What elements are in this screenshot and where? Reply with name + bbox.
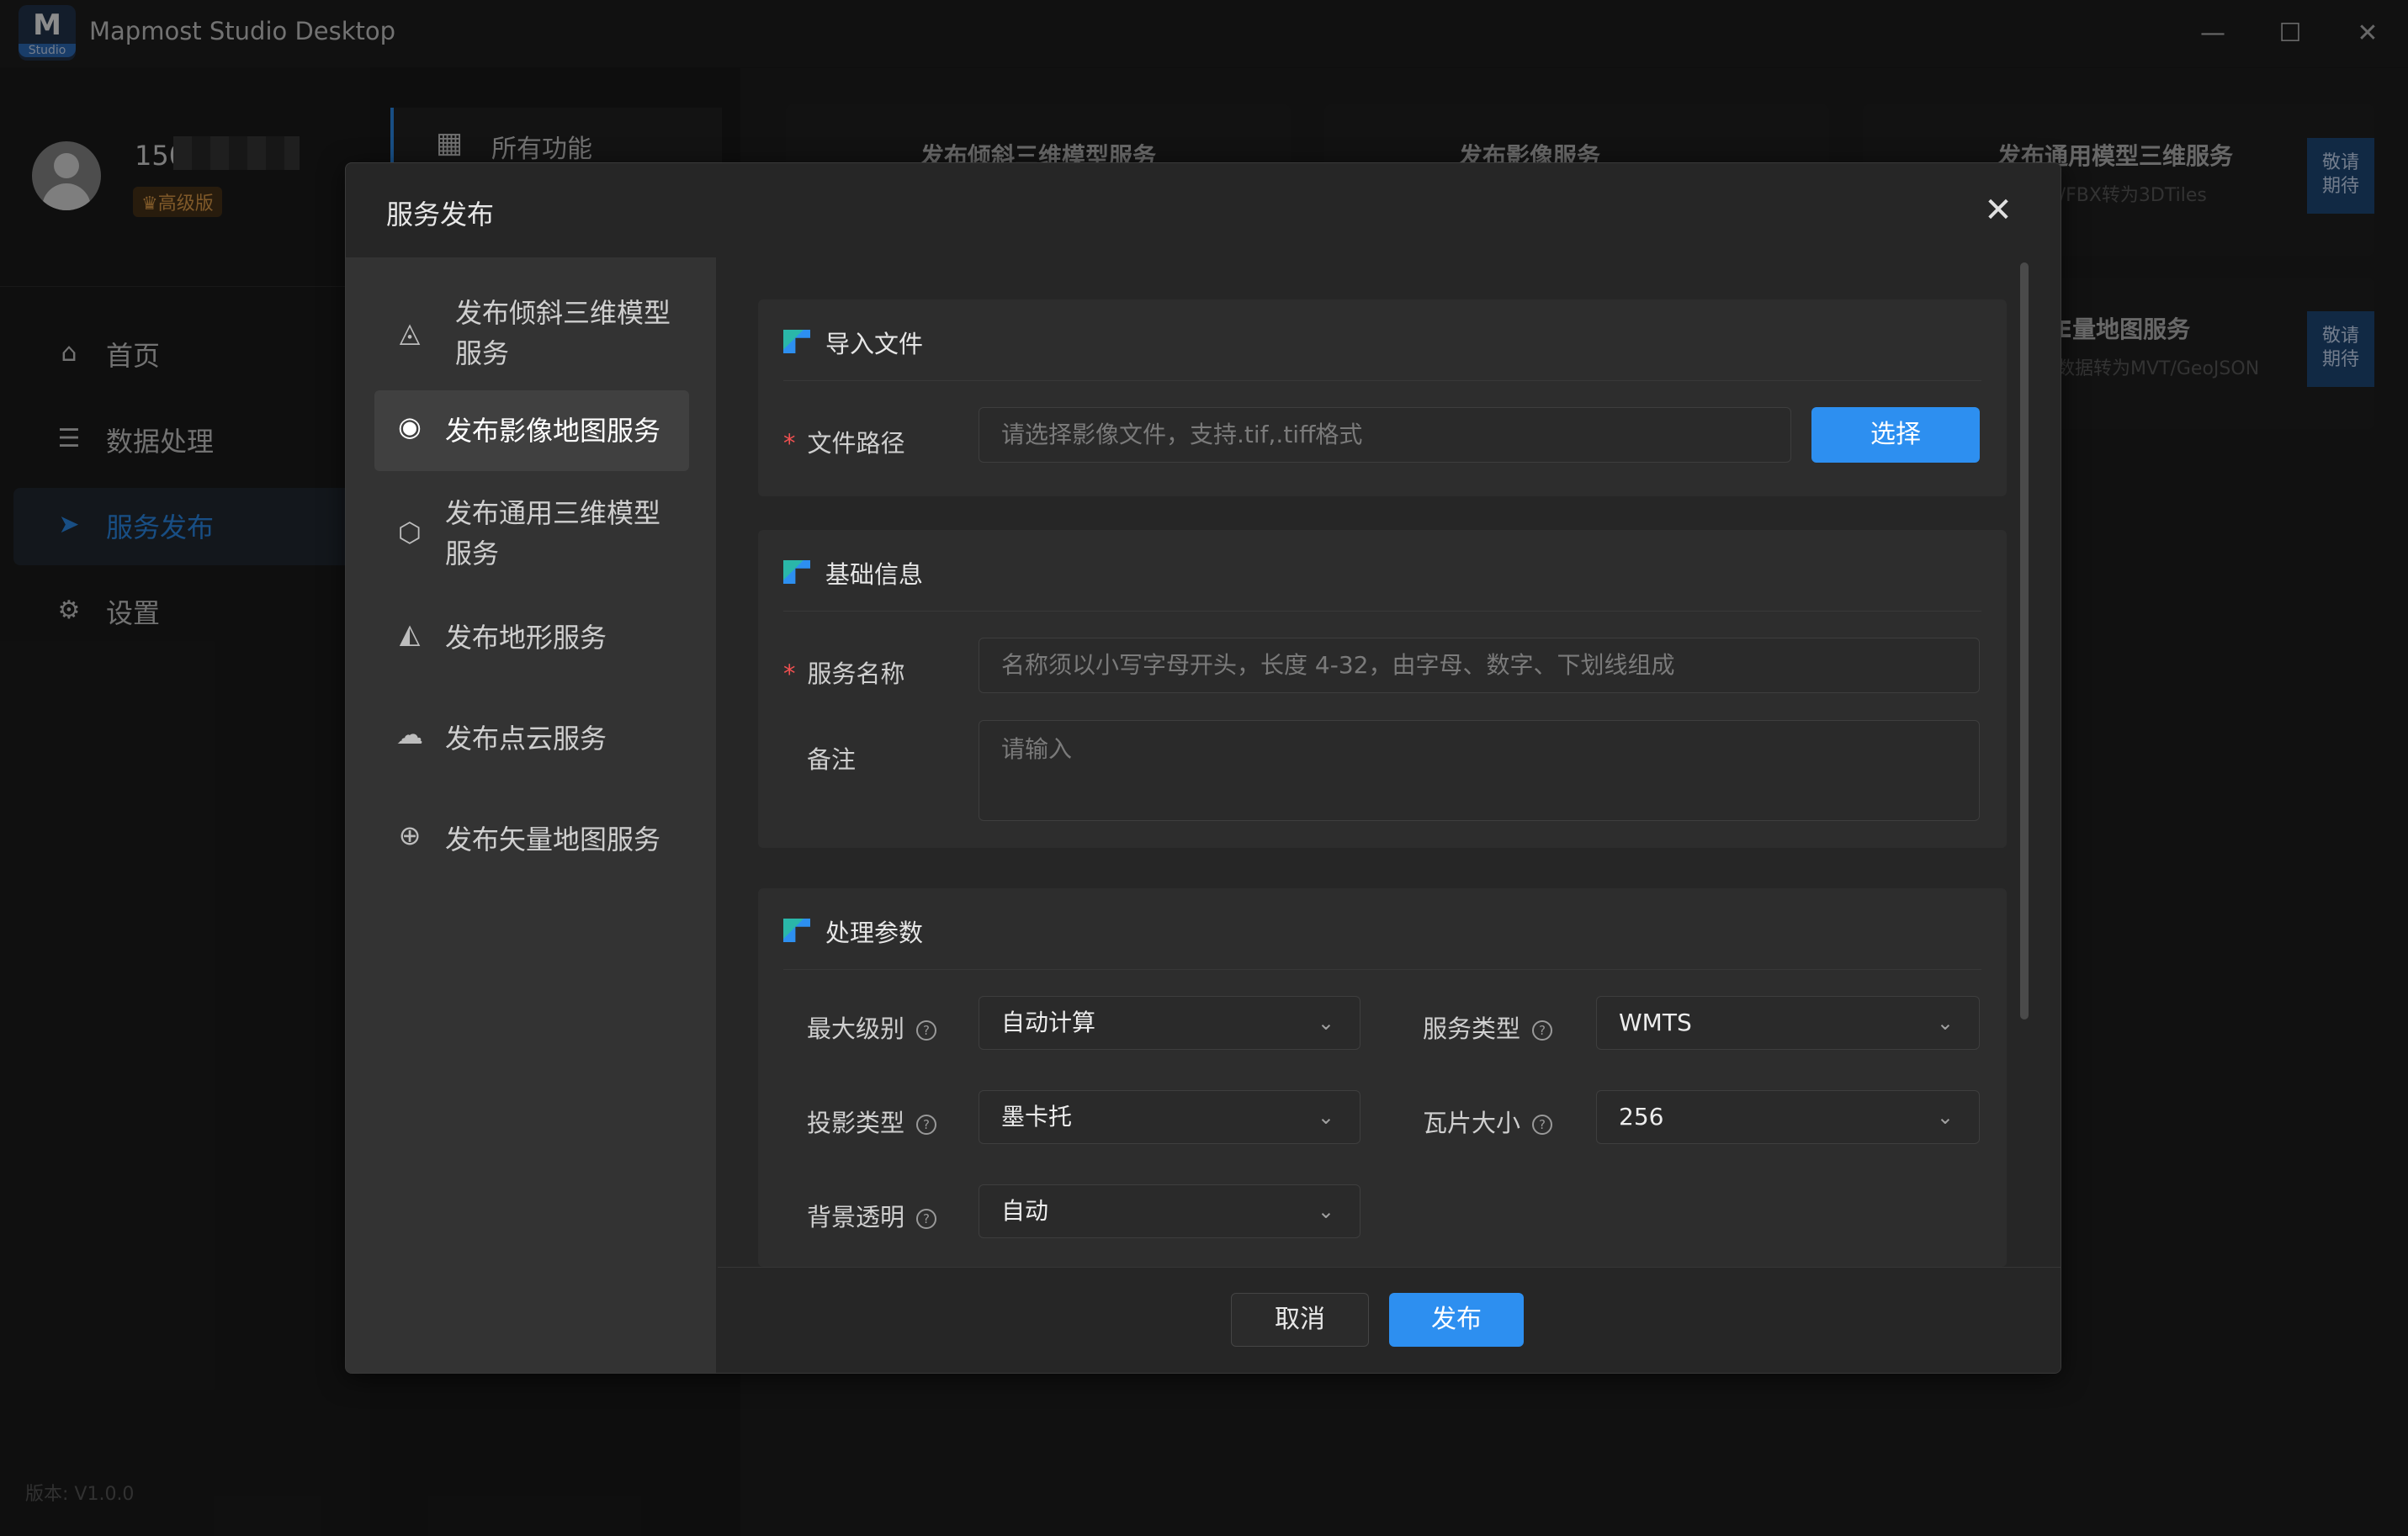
section-divider	[783, 611, 1981, 612]
menu-item-oblique[interactable]: ◬ 发布倾斜三维模型服务	[374, 289, 689, 382]
tile-size-label: 瓦片大小?	[1423, 1104, 1553, 1139]
tile-size-select[interactable]: 256 ⌄	[1596, 1090, 1980, 1144]
max-level-value: 自动计算	[1001, 1009, 1096, 1036]
menu-item-label: 发布倾斜三维模型服务	[455, 297, 671, 369]
select-file-button[interactable]: 选择	[1811, 407, 1980, 463]
projection-select[interactable]: 墨卡托 ⌄	[979, 1090, 1360, 1144]
service-type-label-text: 服务类型	[1423, 1014, 1521, 1043]
chevron-down-icon: ⌄	[1317, 1011, 1334, 1035]
menu-item-terrain[interactable]: ◭ 发布地形服务	[374, 597, 689, 678]
menu-item-label: 发布影像地图服务	[445, 415, 661, 447]
menu-item-label: 发布地形服务	[445, 622, 607, 654]
import-file-section: 导入文件 * 文件路径 请选择影像文件，支持.tif,.tiff格式 选择	[758, 299, 2007, 496]
publish-button[interactable]: 发布	[1389, 1293, 1524, 1347]
flag-icon	[783, 919, 810, 942]
pyramid-icon: ◬	[399, 316, 421, 348]
menu-item-label: 发布通用三维模型服务	[445, 497, 661, 569]
cancel-button[interactable]: 取消	[1231, 1293, 1369, 1347]
service-type-label: 服务类型?	[1423, 1009, 1553, 1045]
chevron-down-icon: ⌄	[1317, 1105, 1334, 1129]
menu-item-general-model[interactable]: ⬡ 发布通用三维模型服务	[374, 490, 689, 582]
service-name-input[interactable]: 名称须以小写字母开头，长度 4-32，由字母、数字、下划线组成	[979, 638, 1980, 693]
basic-info-section: 基础信息 * 服务名称 名称须以小写字母开头，长度 4-32，由字母、数字、下划线…	[758, 530, 2007, 848]
service-type-select[interactable]: WMTS ⌄	[1596, 996, 1980, 1050]
processing-params-section: 处理参数 最大级别? 自动计算 ⌄ 服务类型? WMTS ⌄ 投影类型? 墨卡托…	[758, 888, 2007, 1267]
menu-item-vector[interactable]: ⊕ 发布矢量地图服务	[374, 799, 689, 880]
dialog-title: 服务发布	[386, 199, 495, 230]
bg-transparent-select[interactable]: 自动 ⌄	[979, 1184, 1360, 1238]
service-name-placeholder: 名称须以小写字母开头，长度 4-32，由字母、数字、下划线组成	[1001, 651, 1675, 679]
chevron-down-icon: ⌄	[1936, 1105, 1954, 1129]
max-level-label-text: 最大级别	[807, 1014, 905, 1043]
help-icon[interactable]: ?	[1532, 1115, 1553, 1135]
bg-transparent-value: 自动	[1001, 1197, 1049, 1225]
service-name-label-text: 服务名称	[807, 659, 905, 688]
service-name-label: * 服务名称	[783, 654, 905, 690]
publish-dialog: 服务发布 ✕ ◬ 发布倾斜三维模型服务 ◉ 发布影像地图服务 ⬡ 发布通用三维模…	[345, 162, 2061, 1374]
cloud-icon: ☁	[396, 718, 423, 750]
form-scrollbar[interactable]	[2020, 262, 2029, 1020]
required-mark: *	[783, 659, 796, 688]
terrain-icon: ◭	[399, 617, 421, 649]
section-divider	[783, 969, 1981, 970]
chevron-down-icon: ⌄	[1936, 1011, 1954, 1035]
flag-icon	[783, 560, 810, 584]
dialog-footer: 取消 发布	[718, 1267, 2061, 1373]
cube-icon: ⬡	[398, 516, 422, 548]
grid-globe-icon: ⊕	[398, 819, 422, 851]
dialog-close-button[interactable]: ✕	[1975, 187, 2022, 234]
section-divider	[783, 380, 1981, 381]
chevron-down-icon: ⌄	[1317, 1200, 1334, 1223]
menu-item-imagery[interactable]: ◉ 发布影像地图服务	[374, 390, 689, 471]
required-mark: *	[783, 429, 796, 458]
remark-placeholder: 请输入	[1001, 735, 1073, 763]
flag-icon	[783, 330, 810, 353]
file-path-input[interactable]: 请选择影像文件，支持.tif,.tiff格式	[979, 407, 1791, 463]
dialog-header: 服务发布 ✕	[346, 163, 2061, 258]
projection-value: 墨卡托	[1001, 1103, 1073, 1131]
service-type-value: WMTS	[1619, 1009, 1692, 1036]
file-path-placeholder: 请选择影像文件，支持.tif,.tiff格式	[1001, 421, 1363, 448]
globe-icon: ◉	[398, 410, 422, 442]
menu-item-point-cloud[interactable]: ☁ 发布点云服务	[374, 698, 689, 779]
remark-label: 备注	[807, 745, 857, 774]
projection-label: 投影类型?	[807, 1104, 937, 1139]
section-heading-text: 导入文件	[825, 330, 924, 358]
menu-item-label: 发布点云服务	[445, 723, 607, 755]
tile-size-value: 256	[1619, 1103, 1664, 1131]
bg-transparent-label: 背景透明?	[807, 1198, 937, 1233]
close-icon: ✕	[1984, 191, 2013, 230]
remark-textarea[interactable]: 请输入	[979, 720, 1980, 821]
help-icon[interactable]: ?	[916, 1020, 937, 1041]
bg-transparent-label-text: 背景透明	[807, 1203, 905, 1231]
menu-item-label: 发布矢量地图服务	[445, 824, 661, 855]
max-level-label: 最大级别?	[807, 1009, 937, 1045]
help-icon[interactable]: ?	[916, 1209, 937, 1229]
file-path-label: * 文件路径	[783, 424, 905, 459]
help-icon[interactable]: ?	[916, 1115, 937, 1135]
tile-size-label-text: 瓦片大小	[1423, 1109, 1521, 1137]
section-heading-text: 基础信息	[825, 560, 924, 589]
section-heading-text: 处理参数	[825, 919, 924, 947]
help-icon[interactable]: ?	[1532, 1020, 1553, 1041]
file-path-label-text: 文件路径	[807, 429, 905, 458]
max-level-select[interactable]: 自动计算 ⌄	[979, 996, 1360, 1050]
projection-label-text: 投影类型	[807, 1109, 905, 1137]
